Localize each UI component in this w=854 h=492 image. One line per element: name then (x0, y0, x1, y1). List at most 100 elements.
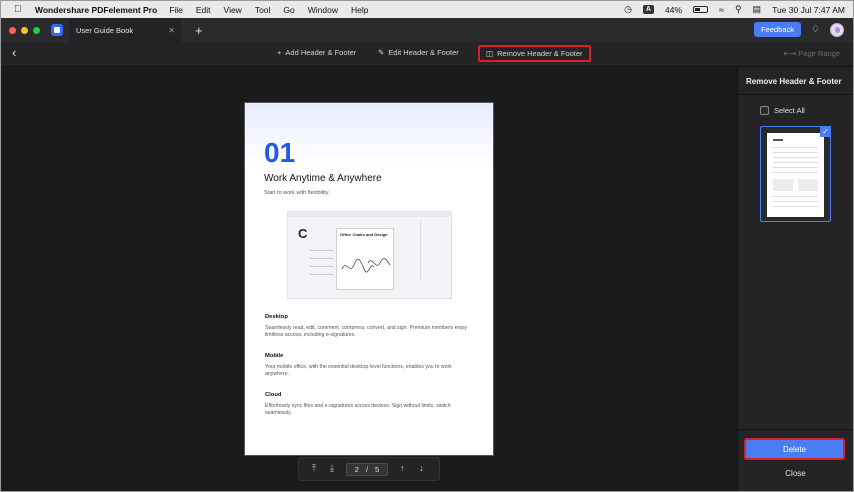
embedded-app-screenshot: C Office Chairs and Design (287, 211, 452, 299)
close-button[interactable]: Close (746, 464, 845, 482)
screenshot-row-line (310, 274, 334, 275)
menu-edit[interactable]: Edit (196, 5, 211, 15)
menu-go[interactable]: Go (283, 5, 294, 15)
select-all-label: Select All (774, 106, 805, 115)
page-range-label: Page Range (798, 49, 840, 58)
next-page-icon[interactable]: ↓ (419, 463, 424, 473)
remove-header-footer-label: Remove Header & Footer (497, 49, 583, 58)
tab-bar: User Guide Book ✕ + Feedback ♢ (1, 18, 853, 42)
trash-icon: ◫ (486, 49, 494, 58)
avatar[interactable] (830, 22, 844, 37)
new-tab-icon[interactable]: + (195, 23, 203, 38)
tab-user-guide-book[interactable]: User Guide Book ✕ (69, 18, 181, 42)
thumbnail-block (773, 179, 793, 191)
screenshot-signature-dialog: Office Chairs and Design (336, 228, 394, 290)
screenshot-row-line (310, 258, 334, 259)
wifi-icon[interactable]: ≈ (719, 5, 724, 15)
page-number-field[interactable]: 2 / 5 (346, 463, 388, 476)
screenshot-row-line (310, 266, 334, 267)
section-mobile-text: Your mobile office, with the essential d… (265, 364, 452, 377)
page-subtitle: Start to work with flexibility. (264, 190, 330, 196)
remove-header-footer-button[interactable]: ◫ Remove Header & Footer (478, 45, 591, 62)
thumbnail-line (773, 172, 818, 173)
menubar-app-name[interactable]: Wondershare PDFelement Pro (35, 5, 157, 15)
delete-button[interactable]: Delete (744, 438, 845, 460)
thumbnail-line (773, 206, 818, 207)
add-header-footer-button[interactable]: + Add Header & Footer (277, 48, 356, 57)
close-tab-icon[interactable]: ✕ (168, 26, 175, 35)
screenshot-side-panel (420, 220, 448, 280)
tab-title: User Guide Book (76, 25, 134, 35)
section-cloud-heading: Cloud (265, 392, 282, 398)
apple-icon[interactable]:  (14, 4, 26, 15)
menubar-status-area: ◷ A 44% ≈ ⚲ ▤ Tue 30 Jul 7:47 AM (624, 1, 845, 18)
pdfelement-app-icon (51, 24, 63, 36)
section-mobile-heading: Mobile (265, 353, 284, 359)
signature-scribble (341, 258, 391, 273)
thumbnail-line (773, 201, 818, 202)
screenshot-letter: C (298, 226, 308, 241)
previous-page-icon[interactable]: ↑ (400, 463, 405, 473)
chapter-number: 01 (264, 137, 296, 168)
section-desktop-heading: Desktop (265, 314, 288, 320)
thumbnail-line (773, 152, 818, 153)
menu-tool[interactable]: Tool (255, 5, 271, 15)
thumbnail-line (773, 157, 818, 158)
notification-bell-icon[interactable]: ♢ (811, 24, 820, 35)
thumbnail-line (773, 196, 818, 197)
menu-window[interactable]: Window (308, 5, 338, 15)
last-page-icon[interactable]: ⤓ (330, 463, 334, 474)
minimize-window-button[interactable] (21, 26, 28, 34)
time-machine-icon[interactable]: ◷ (624, 4, 632, 15)
control-center-icon[interactable]: ▤ (753, 4, 762, 15)
mac-menubar:  Wondershare PDFelement Pro File Edit V… (1, 1, 853, 18)
panel-divider (738, 94, 853, 95)
page-separator: / (365, 465, 369, 474)
thumbnail-line (773, 167, 818, 168)
page-navigation: ⤒ ⤓ 2 / 5 ↑ ↓ (298, 457, 440, 481)
thumbnail-line (773, 162, 818, 163)
menubar-datetime[interactable]: Tue 30 Jul 7:47 AM (772, 5, 845, 15)
spotlight-search-icon[interactable]: ⚲ (735, 4, 742, 15)
page-title: Work Anytime & Anywhere (264, 173, 382, 184)
pdf-page[interactable]: 01 Work Anytime & Anywhere Start to work… (244, 102, 494, 456)
close-window-button[interactable] (9, 26, 16, 34)
edit-header-footer-label: Edit Header & Footer (388, 48, 459, 57)
feedback-button[interactable]: Feedback (754, 22, 802, 37)
input-source-badge[interactable]: A (642, 5, 654, 14)
screenshot-row-line (310, 250, 334, 251)
panel-title: Remove Header & Footer (746, 77, 842, 86)
edit-header-footer-button[interactable]: ✎ Edit Header & Footer (378, 48, 459, 57)
thumbnail-line (773, 147, 818, 148)
plus-icon: + (277, 48, 282, 57)
screenshot-dialog-heading: Office Chairs and Design (340, 232, 388, 237)
thumbnail-line (773, 139, 783, 141)
remove-header-footer-panel: Remove Header & Footer Select All ✓ Dele… (737, 67, 853, 491)
select-all-checkbox[interactable]: Select All (760, 106, 805, 115)
zoom-window-button[interactable] (33, 26, 40, 34)
section-cloud-text: Effortlessly sync files and e-signatures… (265, 403, 451, 416)
page-range-icon: ⇤⇥ (783, 49, 797, 58)
screenshot-toolbar (288, 212, 451, 217)
menu-help[interactable]: Help (351, 5, 368, 15)
pencil-icon: ✎ (378, 48, 385, 57)
window-controls (9, 26, 40, 34)
header-footer-toolbar: ‹ + Add Header & Footer ✎ Edit Header & … (1, 42, 853, 67)
battery-icon[interactable] (693, 6, 708, 13)
checkbox-box[interactable] (760, 106, 769, 115)
add-header-footer-label: Add Header & Footer (285, 48, 357, 57)
thumbnail-block (798, 179, 818, 191)
menu-file[interactable]: File (169, 5, 183, 15)
page-range-button[interactable]: ⇤⇥ Page Range (784, 49, 840, 58)
panel-footer-divider (738, 429, 853, 430)
menu-view[interactable]: View (224, 5, 242, 15)
battery-percent: 44% (664, 4, 682, 15)
current-page-number: 2 (354, 465, 359, 474)
first-page-icon[interactable]: ⤒ (312, 463, 316, 474)
page-thumbnail[interactable]: ✓ (760, 126, 831, 222)
tabbar-actions: Feedback ♢ (754, 22, 844, 37)
document-canvas[interactable]: 01 Work Anytime & Anywhere Start to work… (1, 67, 737, 491)
checkmark-icon[interactable]: ✓ (820, 126, 831, 137)
back-arrow-icon[interactable]: ‹ (12, 45, 16, 60)
thumbnail-page (767, 133, 824, 217)
